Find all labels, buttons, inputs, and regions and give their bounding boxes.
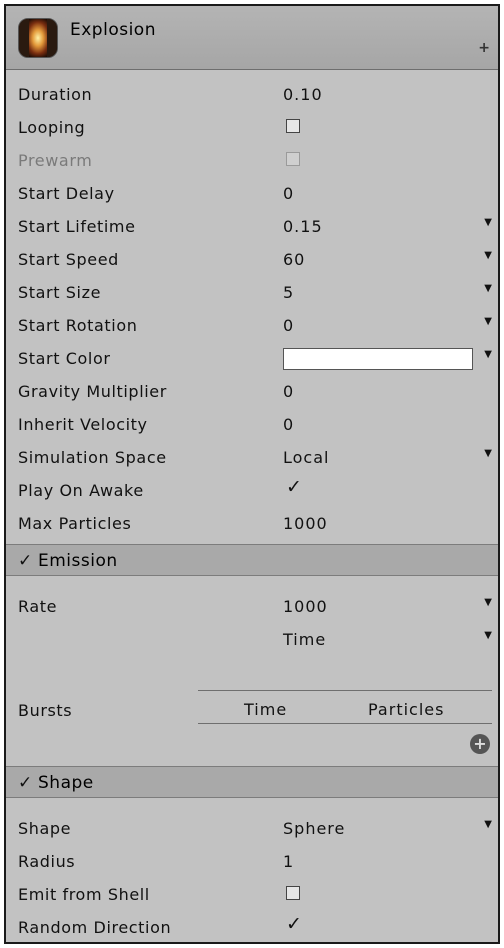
radius-field[interactable]: 1 (283, 852, 294, 871)
simulation-space-label: Simulation Space (18, 448, 167, 467)
radius-label: Radius (18, 852, 76, 871)
dropdown-arrow-icon[interactable]: ▼ (484, 630, 492, 641)
duration-field[interactable]: 0.10 (283, 85, 323, 104)
random-direction-row: Random Direction ✓ (6, 911, 498, 942)
dropdown-arrow-icon[interactable]: ▼ (484, 283, 492, 294)
bursts-time-header: Time (244, 700, 288, 719)
prewarm-checkbox (286, 152, 300, 166)
add-burst-icon[interactable]: + (470, 734, 490, 754)
start-delay-label: Start Delay (18, 184, 115, 203)
shape-label: Shape (18, 819, 72, 838)
start-speed-field[interactable]: 60 (283, 250, 305, 269)
particle-preview-thumbnail (18, 18, 58, 58)
particle-system-header[interactable]: Explosion + (6, 6, 498, 70)
start-rotation-label: Start Rotation (18, 316, 138, 335)
shape-dropdown[interactable]: Sphere (283, 819, 345, 838)
start-color-swatch[interactable] (283, 348, 473, 370)
start-speed-label: Start Speed (18, 250, 119, 269)
particle-system-inspector: Explosion + Duration 0.10 Looping Prewar… (4, 4, 500, 944)
random-direction-checkbox[interactable]: ✓ (286, 913, 302, 935)
random-direction-label: Random Direction (18, 918, 172, 937)
emission-section-title: Emission (38, 551, 118, 571)
emission-section-header[interactable]: ✓ Emission (6, 544, 498, 576)
start-delay-field[interactable]: 0 (283, 184, 294, 203)
start-color-label: Start Color (18, 349, 111, 368)
rate-field[interactable]: 1000 (283, 597, 328, 616)
duration-label: Duration (18, 85, 93, 104)
start-speed-row: Start Speed 60 ▼ (6, 243, 498, 276)
bursts-label: Bursts (18, 701, 73, 720)
particle-system-title: Explosion (70, 20, 156, 40)
looping-checkbox[interactable] (286, 119, 300, 133)
radius-row: Radius 1 (6, 845, 498, 878)
inherit-velocity-field[interactable]: 0 (283, 415, 294, 434)
max-particles-field[interactable]: 1000 (283, 514, 328, 533)
emission-enabled-checkbox[interactable]: ✓ (18, 551, 32, 571)
dropdown-arrow-icon[interactable]: ▼ (484, 597, 492, 608)
rate-row: Rate 1000 ▼ (6, 590, 498, 623)
duration-row: Duration 0.10 (6, 78, 498, 111)
shape-row: Shape Sphere ▼ (6, 812, 498, 845)
inherit-velocity-label: Inherit Velocity (18, 415, 148, 434)
gravity-multiplier-label: Gravity Multiplier (18, 382, 167, 401)
bursts-table-header-line (198, 723, 492, 724)
simulation-space-dropdown[interactable]: Local (283, 448, 329, 467)
shape-section-title: Shape (38, 773, 94, 793)
start-color-row: Start Color ▼ (6, 342, 498, 375)
dropdown-arrow-icon[interactable]: ▼ (484, 217, 492, 228)
start-size-row: Start Size 5 ▼ (6, 276, 498, 309)
start-lifetime-label: Start Lifetime (18, 217, 136, 236)
dropdown-arrow-icon[interactable]: ▼ (484, 316, 492, 327)
start-size-label: Start Size (18, 283, 102, 302)
dropdown-arrow-icon[interactable]: ▼ (484, 448, 492, 459)
gravity-multiplier-field[interactable]: 0 (283, 382, 294, 401)
inherit-velocity-row: Inherit Velocity 0 (6, 408, 498, 441)
bursts-table-top-line (198, 690, 492, 691)
gravity-multiplier-row: Gravity Multiplier 0 (6, 375, 498, 408)
start-lifetime-field[interactable]: 0.15 (283, 217, 323, 236)
start-lifetime-row: Start Lifetime 0.15 ▼ (6, 210, 498, 243)
play-on-awake-row: Play On Awake ✓ (6, 474, 498, 507)
rate-label: Rate (18, 597, 58, 616)
simulation-space-row: Simulation Space Local ▼ (6, 441, 498, 474)
prewarm-row: Prewarm (6, 144, 498, 177)
emit-from-shell-checkbox[interactable] (286, 886, 300, 900)
bursts-particles-header: Particles (368, 700, 445, 719)
start-rotation-row: Start Rotation 0 ▼ (6, 309, 498, 342)
dropdown-arrow-icon[interactable]: ▼ (484, 250, 492, 261)
shape-section-header[interactable]: ✓ Shape (6, 766, 498, 798)
max-particles-label: Max Particles (18, 514, 132, 533)
start-rotation-field[interactable]: 0 (283, 316, 294, 335)
looping-label: Looping (18, 118, 86, 137)
play-on-awake-checkbox[interactable]: ✓ (286, 476, 302, 498)
rate-mode-dropdown[interactable]: Time (283, 630, 326, 649)
looping-row: Looping (6, 111, 498, 144)
max-particles-row: Max Particles 1000 (6, 507, 498, 540)
add-module-icon[interactable]: + (478, 40, 490, 56)
emit-from-shell-row: Emit from Shell (6, 878, 498, 911)
prewarm-label: Prewarm (18, 151, 93, 170)
start-delay-row: Start Delay 0 (6, 177, 498, 210)
dropdown-arrow-icon[interactable]: ▼ (484, 349, 492, 360)
play-on-awake-label: Play On Awake (18, 481, 144, 500)
dropdown-arrow-icon[interactable]: ▼ (484, 819, 492, 830)
start-size-field[interactable]: 5 (283, 283, 294, 302)
rate-mode-row: Time ▼ (6, 623, 498, 656)
emit-from-shell-label: Emit from Shell (18, 885, 150, 904)
shape-enabled-checkbox[interactable]: ✓ (18, 773, 32, 793)
